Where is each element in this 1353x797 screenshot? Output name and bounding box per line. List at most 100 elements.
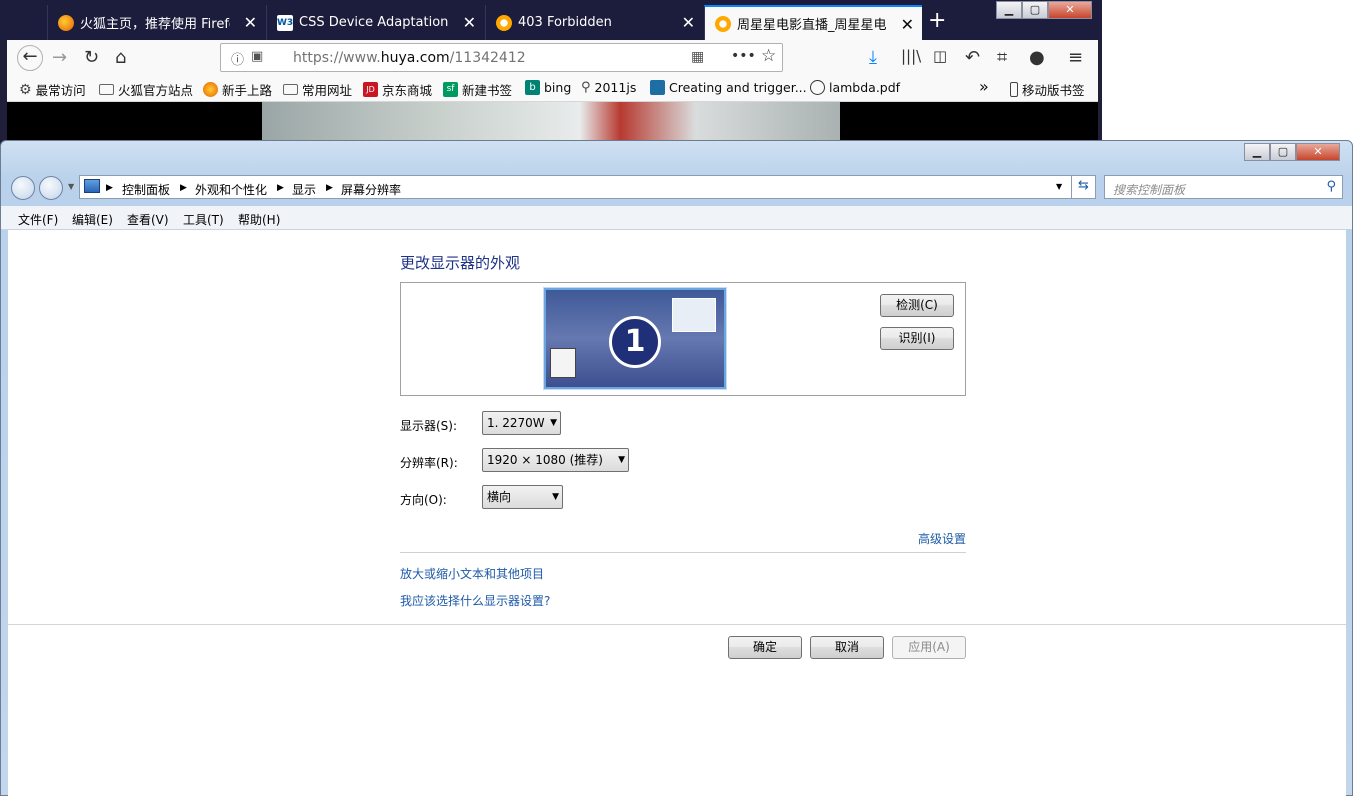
document-icon — [550, 348, 576, 378]
menu-bar: 文件(F) 编辑(E) 查看(V) 工具(T) 帮助(H) — [1, 206, 1352, 230]
breadcrumb-appearance[interactable]: 外观和个性化 — [195, 181, 267, 198]
search-placeholder: 搜索控制面板 — [1113, 183, 1186, 197]
gear-icon: ⚙ — [19, 82, 32, 98]
firefox-window-controls: ▁ ▢ ✕ — [996, 1, 1092, 19]
window-icon — [672, 298, 716, 332]
bookmark-lambda[interactable]: lambda.pdf — [810, 80, 900, 95]
minimize-button[interactable]: ▁ — [1244, 143, 1270, 161]
undo-icon[interactable]: ↶ — [965, 47, 980, 68]
bookmark-most-visited[interactable]: ⚙ 最常访问 — [19, 80, 86, 99]
breadcrumb-arrow-icon[interactable]: ▶ — [277, 183, 284, 193]
tab-403[interactable]: 403 Forbidden ✕ — [485, 5, 703, 40]
menu-icon[interactable]: ≡ — [1068, 47, 1083, 68]
orientation-label: 方向(O): — [400, 493, 447, 507]
breadcrumb-arrow-icon[interactable]: ▶ — [180, 183, 187, 193]
forward-button[interactable] — [39, 176, 63, 200]
reload-icon[interactable]: ↻ — [84, 47, 99, 68]
monitor-1-tile[interactable]: 1 — [544, 288, 726, 389]
refresh-icon[interactable]: ⇆ — [1071, 175, 1095, 199]
huya-icon — [496, 14, 512, 31]
display-select-value: 1. 2270W — [487, 416, 545, 430]
breadcrumb-display[interactable]: 显示 — [292, 181, 316, 198]
resolution-label: 分辨率(R): — [400, 456, 458, 470]
tab-huya-active[interactable]: 周星星电影直播_周星星电影全 ✕ — [704, 5, 922, 40]
huya-icon — [715, 15, 731, 32]
star-icon[interactable]: ☆ — [761, 46, 776, 66]
menu-help[interactable]: 帮助(H) — [238, 211, 280, 228]
resolution-select[interactable]: 1920 × 1080 (推荐) ▼ — [482, 448, 629, 472]
crop-icon[interactable]: ⌗ — [997, 47, 1007, 68]
bing-icon: b — [525, 80, 540, 95]
ok-button[interactable]: 确定 — [728, 636, 802, 659]
apply-button[interactable]: 应用(A) — [892, 636, 966, 659]
home-icon[interactable]: ⌂ — [115, 47, 126, 68]
chat-icon[interactable]: ● — [1029, 47, 1045, 68]
history-dropdown-icon[interactable]: ▼ — [68, 182, 74, 191]
cancel-button[interactable]: 取消 — [810, 636, 884, 659]
which-settings-link[interactable]: 我应该选择什么显示器设置? — [400, 592, 550, 609]
breadcrumb-resolution[interactable]: 屏幕分辨率 — [341, 181, 401, 198]
close-icon[interactable]: ✕ — [682, 13, 695, 32]
url-bar[interactable]: ⓘ ▣ https://www.huya.com/11342412 ▦ ••• … — [220, 43, 783, 72]
chevron-right-icon[interactable]: » — [979, 77, 989, 96]
detect-button[interactable]: 检测(C) — [880, 294, 954, 317]
close-button[interactable]: ✕ — [1296, 143, 1340, 161]
display-select[interactable]: 1. 2270W ▼ — [482, 411, 561, 435]
globe-icon — [810, 80, 825, 95]
download-icon[interactable]: ⤓ — [869, 47, 877, 68]
maximize-button[interactable]: ▢ — [1270, 143, 1296, 161]
more-icon[interactable]: ••• — [731, 48, 756, 64]
page-title: 更改显示器的外观 — [400, 254, 521, 272]
info-icon[interactable]: ⓘ — [231, 49, 244, 68]
bookmark-bing[interactable]: b bing — [525, 80, 571, 95]
advanced-settings-link[interactable]: 高级设置 — [918, 530, 966, 547]
forward-arrow-icon[interactable]: → — [52, 47, 67, 68]
orientation-select[interactable]: 横向 ▼ — [482, 485, 563, 509]
text-size-link[interactable]: 放大或缩小文本和其他项目 — [400, 565, 544, 582]
bookmark-creating[interactable]: Creating and trigger... — [650, 80, 807, 95]
title-bar: ▁ ▢ ✕ — [1, 141, 1352, 171]
new-tab-button[interactable]: + — [928, 8, 946, 33]
firefox-icon — [203, 82, 218, 97]
bookmark-common-sites[interactable]: 常用网址 — [283, 80, 352, 99]
menu-tools[interactable]: 工具(T) — [183, 211, 224, 228]
back-button[interactable] — [11, 176, 35, 200]
breadcrumb-control-panel[interactable]: 控制面板 — [122, 181, 170, 198]
navigation-toolbar: ← → ↻ ⌂ ⓘ ▣ https://www.huya.com/1134241… — [7, 40, 1098, 75]
w3c-icon: W3 — [277, 14, 293, 31]
content-area: 更改显示器的外观 1 检测(C) 识别(I) 显示器(S): 1. 2270W … — [8, 230, 1346, 797]
close-icon[interactable]: ✕ — [244, 13, 257, 32]
search-icon[interactable]: ⚲ — [1326, 179, 1336, 194]
tab-firefox-home[interactable]: 火狐主页，推荐使用 Firefox 火 ✕ — [47, 5, 265, 40]
qr-code-icon[interactable]: ▦ — [691, 49, 704, 65]
bookmark-getting-started[interactable]: 新手上路 — [203, 80, 272, 99]
close-icon[interactable]: ✕ — [463, 13, 476, 32]
library-icon[interactable]: |||\ — [901, 47, 921, 65]
bookmark-mobile[interactable]: 移动版书签 — [1010, 80, 1085, 99]
address-bar[interactable]: ▶ 控制面板 ▶ 外观和个性化 ▶ 显示 ▶ 屏幕分辨率 ▼ ⇆ — [79, 175, 1096, 199]
bookmark-jd[interactable]: JD 京东商城 — [363, 80, 432, 99]
bookmark-firefox-official[interactable]: 火狐官方站点 — [99, 80, 193, 99]
close-icon[interactable]: ✕ — [901, 15, 914, 34]
control-panel-icon — [84, 179, 100, 193]
menu-edit[interactable]: 编辑(E) — [72, 211, 113, 228]
back-arrow-icon[interactable]: ← — [17, 45, 43, 71]
sidebar-icon[interactable]: ◫ — [933, 47, 947, 65]
chevron-down-icon: ▼ — [618, 455, 625, 465]
bookmark-2011js[interactable]: ⚲ 2011js — [581, 80, 636, 95]
bookmark-new[interactable]: sf 新建书签 — [443, 80, 512, 99]
tab-css-device[interactable]: W3 CSS Device Adaptation Mod ✕ — [266, 5, 484, 40]
address-dropdown-icon[interactable]: ▼ — [1056, 182, 1062, 191]
search-box[interactable]: 搜索控制面板 ⚲ — [1104, 175, 1343, 199]
identify-button[interactable]: 识别(I) — [880, 327, 954, 350]
breadcrumb-arrow-icon[interactable]: ▶ — [106, 183, 113, 193]
tab-strip: 火狐主页，推荐使用 Firefox 火 ✕ W3 CSS Device Adap… — [0, 0, 1102, 40]
breadcrumb-arrow-icon[interactable]: ▶ — [326, 183, 333, 193]
menu-view[interactable]: 查看(V) — [127, 211, 169, 228]
close-button[interactable]: ✕ — [1048, 1, 1092, 19]
maximize-button[interactable]: ▢ — [1022, 1, 1048, 19]
menu-file[interactable]: 文件(F) — [18, 211, 58, 228]
sf-icon: sf — [443, 82, 458, 97]
minimize-button[interactable]: ▁ — [996, 1, 1022, 19]
footer-divider — [8, 624, 1346, 625]
